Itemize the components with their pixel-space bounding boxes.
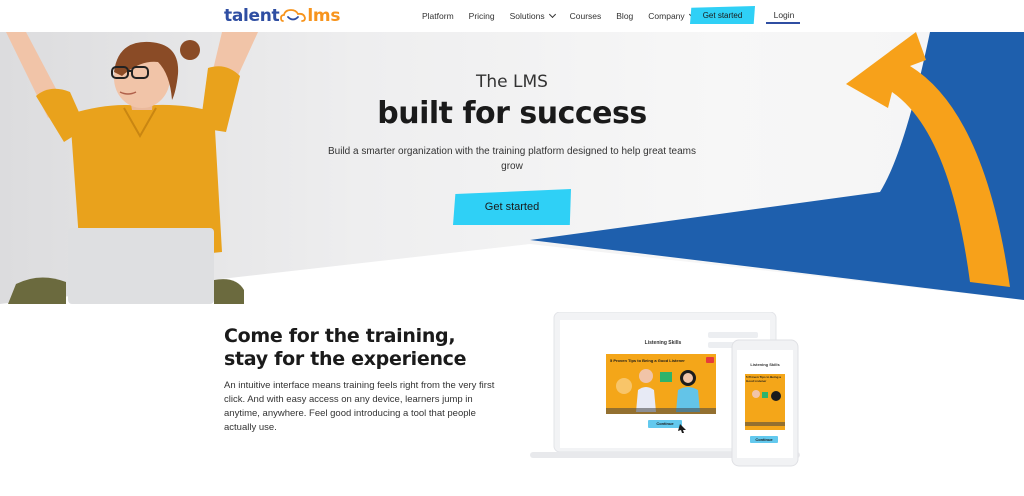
laptop-course-header: Listening Skills xyxy=(644,340,682,346)
hero-title: built for success xyxy=(377,96,647,131)
hero-subtitle: Build a smarter organization with the tr… xyxy=(328,146,696,172)
nav-item-pricing[interactable]: Pricing xyxy=(469,11,495,21)
nav-item-label: Courses xyxy=(569,11,602,21)
top-navigation: talent lms Platform Pricing Solutions Co… xyxy=(0,0,1024,32)
nav-item-label: Blog xyxy=(616,11,634,21)
nav-item-solutions[interactable]: Solutions xyxy=(509,10,556,21)
nav-item-blog[interactable]: Blog xyxy=(616,11,633,21)
nav-item-label: Pricing xyxy=(468,11,495,21)
nav-item-label: Company xyxy=(648,11,685,21)
video-play-icon xyxy=(706,357,714,363)
nav-item-label: Platform xyxy=(422,11,454,21)
hero-title-small: The LMS xyxy=(476,72,548,92)
laptop-video-title: 5 Proven Tips to Being a Good Listener xyxy=(610,358,685,363)
nav-links: Platform Pricing Solutions Courses Blog … xyxy=(422,0,710,32)
phone-course-header: Listening Skills xyxy=(750,362,780,367)
section-title: Come for the training, stay for the expe… xyxy=(224,325,504,371)
talentlms-logo[interactable]: talent lms xyxy=(224,5,340,27)
section-title-line1: Come for the training, xyxy=(224,325,456,347)
nav-item-courses[interactable]: Courses xyxy=(570,11,602,21)
nav-get-started-button[interactable]: Get started xyxy=(690,6,755,24)
laptop-continue-button[interactable]: Continue xyxy=(648,421,682,426)
device-mockup-illustration xyxy=(530,311,800,467)
nav-item-platform[interactable]: Platform xyxy=(422,11,454,21)
login-link[interactable]: Login xyxy=(768,10,800,20)
phone-mockup xyxy=(731,339,799,467)
login-underline xyxy=(766,22,800,24)
section-body: An intuitive interface means training fe… xyxy=(224,380,495,433)
chevron-down-icon xyxy=(548,10,556,19)
hero-section: The LMS built for success Build a smarte… xyxy=(0,32,1024,304)
cloud-logo-icon xyxy=(280,9,307,22)
nav-item-company[interactable]: Company xyxy=(648,10,696,21)
logo-text-lms: lms xyxy=(307,6,341,26)
logo-text-talent: talent xyxy=(224,6,280,26)
phone-video-title: 5 Proven Tips to Being a Good Listener xyxy=(746,375,781,383)
phone-continue-button[interactable]: Continue xyxy=(750,437,778,442)
nav-item-label: Solutions xyxy=(509,11,545,21)
section-title-line2: stay for the experience xyxy=(224,348,467,370)
hero-get-started-button[interactable]: Get started xyxy=(453,189,571,225)
device-mockups: Listening Skills 5 Proven Tips to Being … xyxy=(528,311,808,472)
